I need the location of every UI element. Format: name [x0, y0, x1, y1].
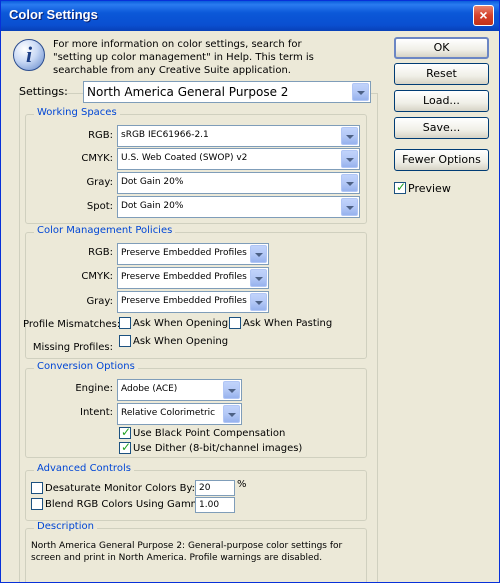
policy-rgb-select[interactable]: Preserve Embedded Profiles — [117, 243, 269, 265]
desaturate-input[interactable]: 20 — [195, 480, 235, 496]
ws-rgb-select[interactable]: sRGB IEC61966-2.1 — [117, 125, 360, 147]
chevron-down-icon[interactable] — [223, 381, 240, 399]
chevron-down-icon[interactable] — [341, 174, 358, 192]
ws-spot-label: Spot: — [86, 201, 113, 212]
ask-when-opening-label: Ask When Opening — [133, 317, 229, 329]
blend-gamma-input[interactable]: 1.00 — [195, 497, 235, 513]
divider — [377, 93, 378, 582]
description-text: North America General Purpose 2: General… — [31, 541, 343, 563]
info-text: For more information on color settings, … — [53, 39, 314, 76]
policy-gray-label: Gray: — [86, 296, 113, 307]
intent-select[interactable]: Relative Colorimetric — [117, 403, 242, 425]
policies-title: Color Management Policies — [34, 225, 176, 236]
chevron-down-icon[interactable] — [250, 269, 267, 287]
save-button[interactable]: Save... — [394, 117, 489, 139]
load-button[interactable]: Load... — [394, 90, 489, 112]
missing-ask-opening-label: Ask When Opening — [133, 335, 229, 347]
engine-label: Engine: — [75, 383, 113, 394]
policy-cmyk-select[interactable]: Preserve Embedded Profiles — [117, 267, 269, 289]
dither-checkbox[interactable] — [119, 440, 131, 454]
blend-gamma-checkbox[interactable] — [31, 498, 43, 510]
working-spaces-title: Working Spaces — [34, 107, 120, 118]
fewer-options-button[interactable]: Fewer Options — [394, 149, 489, 171]
ok-button[interactable]: OK — [394, 37, 489, 59]
ask-when-opening-row[interactable]: Ask When Opening — [119, 317, 228, 329]
reset-button[interactable]: Reset — [394, 63, 489, 85]
engine-select[interactable]: Adobe (ACE) — [117, 379, 242, 401]
ws-gray-value: Dot Gain 20% — [121, 177, 184, 187]
policy-cmyk-value: Preserve Embedded Profiles — [121, 272, 247, 282]
profile-mismatches-label: Profile Mismatches: — [23, 319, 121, 330]
preview-checkbox[interactable] — [394, 180, 406, 194]
ws-rgb-label: RGB: — [88, 130, 113, 141]
settings-label: Settings: — [19, 85, 68, 98]
ws-spot-value: Dot Gain 20% — [121, 201, 184, 211]
chevron-down-icon[interactable] — [341, 127, 358, 145]
ws-gray-label: Gray: — [86, 177, 113, 188]
chevron-down-icon[interactable] — [250, 293, 267, 311]
ws-gray-select[interactable]: Dot Gain 20% — [117, 172, 360, 194]
ws-cmyk-value: U.S. Web Coated (SWOP) v2 — [121, 153, 248, 163]
black-point-row[interactable]: Use Black Point Compensation — [119, 425, 286, 439]
ws-cmyk-label: CMYK: — [81, 153, 113, 164]
blend-gamma-row[interactable]: Blend RGB Colors Using Gamma: — [31, 498, 210, 510]
ask-when-pasting-label: Ask When Pasting — [243, 317, 333, 329]
desaturate-checkbox[interactable] — [31, 482, 43, 494]
policy-rgb-value: Preserve Embedded Profiles — [121, 248, 247, 258]
missing-profiles-label: Missing Profiles: — [32, 342, 113, 353]
conversion-title: Conversion Options — [34, 361, 138, 372]
chevron-down-icon[interactable] — [352, 83, 369, 101]
chevron-down-icon[interactable] — [250, 245, 267, 263]
ws-rgb-value: sRGB IEC61966-2.1 — [121, 130, 209, 140]
intent-value: Relative Colorimetric — [121, 408, 216, 418]
preview-checkbox-row[interactable]: Preview — [394, 180, 451, 195]
missing-ask-opening-row[interactable]: Ask When Opening — [119, 335, 228, 347]
ws-cmyk-select[interactable]: U.S. Web Coated (SWOP) v2 — [117, 148, 360, 170]
dither-label: Use Dither (8-bit/channel images) — [133, 442, 303, 454]
intent-label: Intent: — [80, 407, 113, 418]
window-title: Color Settings — [9, 7, 98, 22]
chevron-down-icon[interactable] — [341, 150, 358, 168]
blend-gamma-label: Blend RGB Colors Using Gamma: — [45, 498, 210, 510]
settings-value: North America General Purpose 2 — [87, 85, 289, 99]
dither-row[interactable]: Use Dither (8-bit/channel images) — [119, 440, 303, 454]
policy-cmyk-label: CMYK: — [81, 271, 113, 282]
policy-gray-select[interactable]: Preserve Embedded Profiles — [117, 291, 269, 313]
advanced-title: Advanced Controls — [34, 463, 134, 474]
missing-ask-opening-checkbox[interactable] — [119, 335, 131, 347]
chevron-down-icon[interactable] — [341, 198, 358, 216]
black-point-label: Use Black Point Compensation — [133, 427, 286, 439]
chevron-down-icon[interactable] — [223, 405, 240, 423]
title-bar[interactable]: Color Settings × — [1, 1, 499, 31]
info-icon: i — [13, 39, 45, 71]
policy-gray-value: Preserve Embedded Profiles — [121, 296, 247, 306]
desaturate-unit: % — [237, 479, 247, 490]
ws-spot-select[interactable]: Dot Gain 20% — [117, 196, 360, 218]
color-settings-dialog: Color Settings × i For more information … — [0, 0, 500, 583]
ask-when-pasting-checkbox[interactable] — [229, 317, 241, 329]
black-point-checkbox[interactable] — [119, 425, 131, 439]
ask-when-opening-checkbox[interactable] — [119, 317, 131, 329]
settings-row: Settings: North America General Purpose … — [19, 81, 371, 103]
preview-label: Preview — [408, 181, 451, 195]
desaturate-label: Desaturate Monitor Colors By: — [45, 482, 196, 494]
engine-value: Adobe (ACE) — [121, 384, 178, 394]
ask-when-pasting-row[interactable]: Ask When Pasting — [229, 317, 332, 329]
policy-rgb-label: RGB: — [88, 247, 113, 258]
close-button[interactable]: × — [473, 5, 494, 26]
description-title: Description — [34, 521, 97, 532]
settings-select[interactable]: North America General Purpose 2 — [83, 81, 371, 103]
desaturate-row[interactable]: Desaturate Monitor Colors By: — [31, 482, 195, 494]
